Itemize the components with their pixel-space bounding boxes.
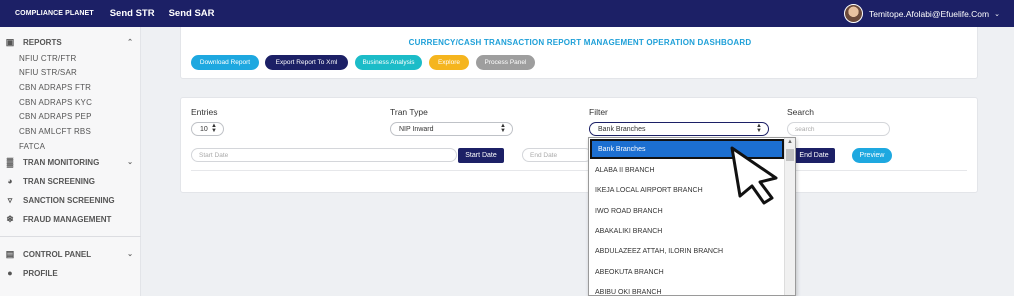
download-report-button[interactable]: Download Report <box>191 55 259 70</box>
filter-panel <box>180 97 978 193</box>
sidebar-section-control-panel[interactable]: ▤ CONTROL PANEL ⌄ <box>0 247 141 261</box>
sidebar-section-tran-monitoring[interactable]: ▓ TRAN MONITORING ⌄ <box>0 155 141 169</box>
page-title: CURRENCY/CASH TRANSACTION REPORT MANAGEM… <box>408 38 752 47</box>
filter-label: Filter <box>589 107 608 117</box>
gauge-icon: ◕ <box>7 176 13 186</box>
search-label: Search <box>787 107 814 117</box>
select-arrows-icon: ▲ ▼ <box>500 123 506 134</box>
tran-type-label: Tran Type <box>390 107 428 117</box>
mouse-pointer-icon <box>730 146 778 205</box>
chevron-up-icon: ⌃ <box>127 39 133 46</box>
sidebar-divider <box>0 236 141 237</box>
bar-chart-icon: ▓ <box>6 157 14 167</box>
sidebar-section-label: TRAN MONITORING <box>23 157 100 167</box>
select-arrows-icon: ▲ ▼ <box>756 123 762 134</box>
sidebar-section-label: TRAN SCREENING <box>23 176 96 186</box>
avatar <box>843 4 863 23</box>
send-str-link[interactable]: Send STR <box>110 8 155 19</box>
explore-button[interactable]: Explore <box>429 55 469 70</box>
filter-value: Bank Branches <box>598 125 646 133</box>
select-arrows-icon: ▲ ▼ <box>211 123 217 134</box>
filter-icon: ▿ <box>7 194 13 205</box>
control-panel-icon: ▤ <box>5 248 15 259</box>
end-date-input[interactable]: End Date <box>522 148 592 162</box>
tran-type-value: NIP Inward <box>399 125 434 133</box>
scrollbar-thumb[interactable] <box>786 149 794 161</box>
sidebar-item-fraud-management[interactable]: ❄ FRAUD MANAGEMENT <box>0 212 141 226</box>
preview-button[interactable]: Preview <box>852 148 892 163</box>
sidebar-section-label: FRAUD MANAGEMENT <box>23 214 112 224</box>
sidebar-section-label: SANCTION SCREENING <box>23 195 115 205</box>
dashboard-header-panel: CURRENCY/CASH TRANSACTION REPORT MANAGEM… <box>180 27 978 79</box>
search-input[interactable]: search <box>787 122 890 136</box>
sidebar-section-reports[interactable]: ▣ REPORTS ⌃ <box>0 35 141 49</box>
user-email: Temitope.Afolabi@Efuelife.Com <box>868 8 990 19</box>
sidebar-item-fatca[interactable]: FATCA <box>19 142 45 151</box>
chevron-down-icon: ⌄ <box>127 251 133 258</box>
sidebar-section-label: PROFILE <box>23 268 58 278</box>
sidebar-item-cbn-amlcft-rbs[interactable]: CBN AMLCFT RBS <box>19 127 91 136</box>
sidebar-item-nfiu-str[interactable]: NFIU STR/SAR <box>19 68 77 77</box>
start-date-button[interactable]: Start Date <box>458 148 504 163</box>
export-xml-button[interactable]: Export Report To Xml <box>265 55 348 70</box>
tran-type-select[interactable]: NIP Inward ▲ ▼ <box>390 122 513 136</box>
user-menu[interactable]: Temitope.Afolabi@Efuelife.Com ⌄ <box>843 4 1000 23</box>
chevron-down-icon: ⌄ <box>127 159 133 166</box>
entries-label: Entries <box>191 107 218 117</box>
briefcase-icon: ▣ <box>5 36 15 47</box>
top-navbar: COMPLIANCE PLANET Send STR Send SAR Temi… <box>0 0 1014 27</box>
brand-logo-text[interactable]: COMPLIANCE PLANET <box>15 10 94 17</box>
sidebar-section-label: REPORTS <box>23 37 62 47</box>
end-date-button[interactable]: End Date <box>793 148 835 163</box>
send-sar-link[interactable]: Send SAR <box>169 8 215 19</box>
filter-select[interactable]: Bank Branches ▲ ▼ <box>589 122 769 136</box>
process-panel-button[interactable]: Process Panel <box>476 55 535 70</box>
dropdown-option[interactable]: ABAKALIKI BRANCH <box>589 221 785 241</box>
sidebar-item-profile[interactable]: ● PROFILE <box>0 266 141 280</box>
user-icon: ● <box>7 268 13 278</box>
entries-value: 10 <box>200 125 208 133</box>
dropdown-option[interactable]: ABEOKUTA BRANCH <box>589 262 785 282</box>
start-date-input[interactable]: Start Date <box>191 148 457 162</box>
scroll-up-icon[interactable]: ▲ <box>787 139 793 145</box>
divider <box>191 170 967 171</box>
sidebar-item-sanction-screening[interactable]: ▿ SANCTION SCREENING <box>0 193 141 207</box>
sidebar: ▣ REPORTS ⌃ NFIU CTR/FTR NFIU STR/SAR CB… <box>0 27 141 296</box>
dropdown-option[interactable]: ABIBU OKI BRANCH <box>589 282 785 296</box>
sidebar-item-cbn-adraps-kyc[interactable]: CBN ADRAPS KYC <box>19 98 92 107</box>
entries-select[interactable]: 10 ▲ ▼ <box>191 122 224 136</box>
dropdown-option[interactable]: ABDULAZEEZ ATTAH, ILORIN BRANCH <box>589 241 785 261</box>
snowflake-icon: ❄ <box>6 213 14 224</box>
sidebar-item-cbn-adraps-ftr[interactable]: CBN ADRAPS FTR <box>19 83 91 92</box>
sidebar-item-tran-screening[interactable]: ◕ TRAN SCREENING <box>0 174 141 188</box>
business-analysis-button[interactable]: Business Analysis <box>355 55 422 70</box>
sidebar-item-cbn-adraps-pep[interactable]: CBN ADRAPS PEP <box>19 112 92 121</box>
chevron-down-icon: ⌄ <box>994 10 1000 18</box>
sidebar-section-label: CONTROL PANEL <box>23 249 92 259</box>
sidebar-item-nfiu-ctr[interactable]: NFIU CTR/FTR <box>19 54 77 63</box>
